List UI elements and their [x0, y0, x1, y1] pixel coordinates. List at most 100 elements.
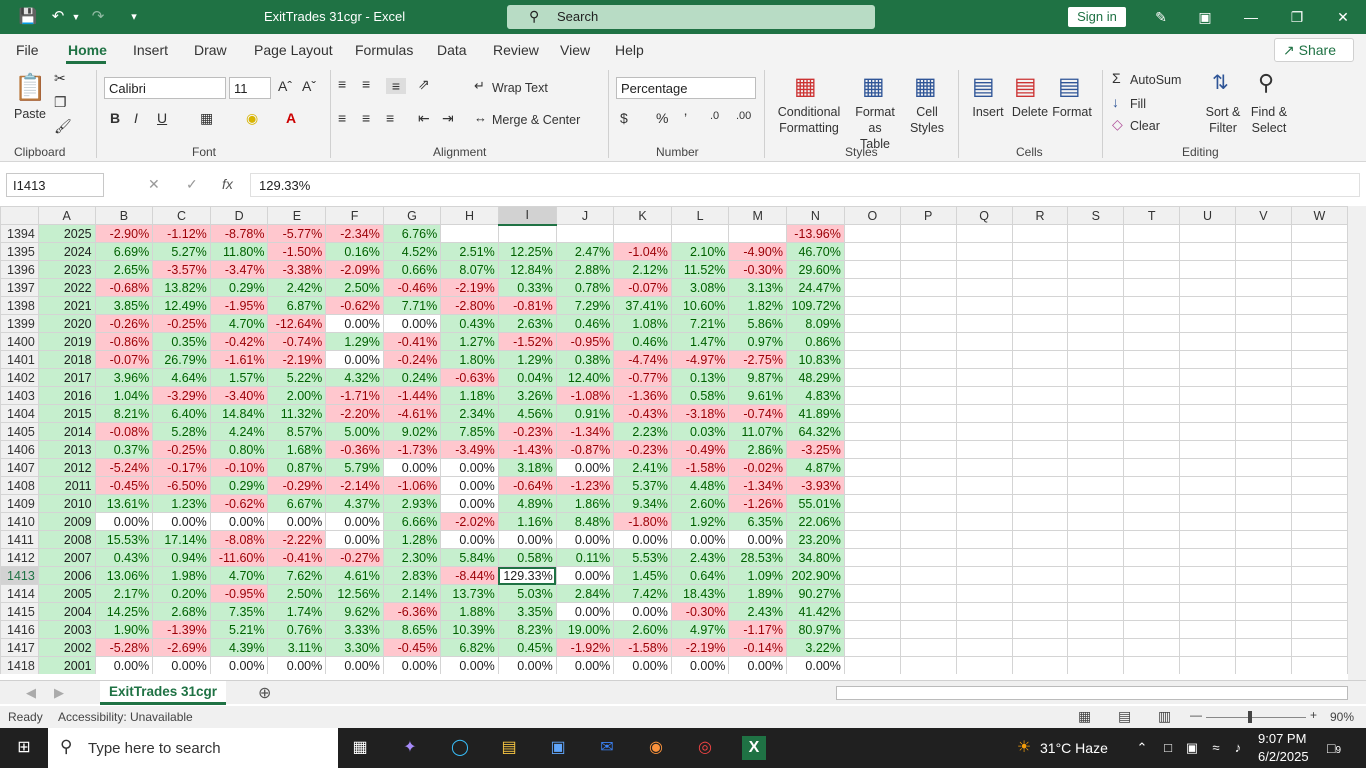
empty-cell[interactable]	[1290, 638, 1348, 657]
cell[interactable]: 11.52%	[670, 260, 730, 279]
empty-cell[interactable]	[899, 224, 957, 243]
excel-taskbar-icon[interactable]: X	[742, 736, 766, 760]
row-header[interactable]: 1407	[0, 458, 39, 477]
cell[interactable]: 0.03%	[670, 422, 730, 441]
empty-cell[interactable]	[1011, 440, 1069, 459]
decrease-font-icon[interactable]: Aˇ	[302, 78, 316, 94]
empty-cell[interactable]	[843, 404, 901, 423]
cell[interactable]	[670, 224, 730, 243]
empty-cell[interactable]	[1179, 638, 1236, 657]
tab-review[interactable]: Review	[493, 42, 539, 58]
show-hidden-icons[interactable]: ⌃	[1130, 736, 1154, 760]
cell[interactable]: -1.43%	[497, 440, 557, 459]
empty-cell[interactable]	[1123, 476, 1181, 495]
empty-cell[interactable]	[899, 476, 957, 495]
cell[interactable]: -4.97%	[670, 350, 730, 369]
cell[interactable]: -3.25%	[785, 440, 845, 459]
empty-cell[interactable]	[1067, 296, 1125, 315]
increase-decimal-icon[interactable]: .0	[710, 110, 719, 122]
empty-cell[interactable]	[1011, 422, 1069, 441]
empty-cell[interactable]	[1067, 242, 1125, 261]
empty-cell[interactable]	[955, 314, 1013, 333]
empty-cell[interactable]	[1067, 638, 1125, 657]
cell[interactable]: -2.75%	[728, 350, 787, 369]
empty-cell[interactable]	[899, 260, 957, 279]
column-header-t[interactable]: T	[1123, 206, 1181, 225]
windows-start-icon[interactable]: ⊞	[12, 736, 36, 760]
cell[interactable]: 7.42%	[613, 584, 672, 603]
cell[interactable]: 0.00%	[267, 512, 327, 531]
empty-cell[interactable]	[1011, 566, 1069, 585]
cell[interactable]: -2.80%	[440, 296, 499, 315]
cell[interactable]: 12.49%	[152, 296, 211, 315]
empty-cell[interactable]	[1123, 620, 1181, 639]
cell-year[interactable]: 2011	[37, 476, 96, 495]
empty-cell[interactable]	[1067, 458, 1125, 477]
row-header[interactable]: 1416	[0, 620, 39, 639]
cell[interactable]: 2.60%	[670, 494, 730, 513]
cell[interactable]: -0.46%	[382, 278, 442, 297]
name-box[interactable]: I1413	[6, 173, 104, 197]
empty-cell[interactable]	[1067, 512, 1125, 531]
empty-cell[interactable]	[955, 512, 1013, 531]
row-header[interactable]: 1398	[0, 296, 39, 315]
cell[interactable]: 10.60%	[670, 296, 730, 315]
sort-filter-button[interactable]: Sort & Filter	[1200, 104, 1246, 136]
chrome-icon[interactable]: ◎	[693, 736, 717, 760]
cell[interactable]: 0.20%	[152, 584, 211, 603]
align-right-icon[interactable]: ≡	[386, 110, 394, 126]
cell[interactable]: 2.10%	[670, 242, 730, 261]
empty-cell[interactable]	[1067, 602, 1125, 621]
row-header[interactable]: 1401	[0, 350, 39, 369]
cell[interactable]: 1.23%	[152, 494, 211, 513]
cell[interactable]: -0.23%	[613, 440, 672, 459]
empty-cell[interactable]	[955, 224, 1013, 243]
empty-cell[interactable]	[1123, 332, 1181, 351]
cell[interactable]: 1.29%	[325, 332, 384, 351]
cell[interactable]: 0.58%	[497, 548, 557, 567]
cell[interactable]: 4.70%	[209, 566, 269, 585]
cell[interactable]: 0.29%	[209, 476, 269, 495]
cell[interactable]: -2.19%	[267, 350, 327, 369]
undo-icon[interactable]: ↶	[48, 7, 68, 27]
copy-icon[interactable]: ❐	[54, 94, 67, 111]
cell-year[interactable]: 2005	[37, 584, 96, 603]
cell[interactable]: 0.38%	[555, 350, 615, 369]
empty-cell[interactable]	[1067, 260, 1125, 279]
tab-view[interactable]: View	[560, 42, 590, 58]
delete-cells-button[interactable]: Delete	[1010, 104, 1050, 120]
empty-cell[interactable]	[1179, 620, 1236, 639]
cell[interactable]: 19.00%	[555, 620, 615, 639]
cell[interactable]: -0.25%	[152, 440, 211, 459]
cell[interactable]: 23.20%	[785, 530, 845, 549]
empty-cell[interactable]	[1067, 494, 1125, 513]
empty-cell[interactable]	[1011, 620, 1069, 639]
cell[interactable]: 0.00%	[728, 656, 787, 674]
column-header-d[interactable]: D	[209, 206, 269, 225]
empty-cell[interactable]	[899, 512, 957, 531]
empty-cell[interactable]	[955, 530, 1013, 549]
cell-table[interactable]: ABCDEFGHIJKLMNOPQRSTUVW 1394 2025 -2.90% -1…	[0, 206, 1348, 674]
cell[interactable]: 8.09%	[785, 314, 845, 333]
empty-cell[interactable]	[843, 350, 901, 369]
empty-cell[interactable]	[955, 458, 1013, 477]
cell[interactable]: -1.61%	[209, 350, 269, 369]
autosum-button[interactable]: AutoSum	[1130, 72, 1181, 88]
cell-year[interactable]: 2022	[37, 278, 96, 297]
cell[interactable]: 0.00%	[325, 530, 384, 549]
empty-cell[interactable]	[1011, 350, 1069, 369]
cell[interactable]: -0.62%	[209, 494, 269, 513]
empty-cell[interactable]	[1234, 584, 1292, 603]
empty-cell[interactable]	[955, 278, 1013, 297]
empty-cell[interactable]	[1290, 296, 1348, 315]
cell-year[interactable]: 2001	[37, 656, 96, 674]
cell[interactable]: 4.52%	[382, 242, 442, 261]
empty-cell[interactable]	[899, 278, 957, 297]
cell[interactable]: 9.61%	[728, 386, 787, 405]
align-middle-icon[interactable]: ≡	[362, 76, 370, 92]
empty-cell[interactable]	[843, 386, 901, 405]
cell[interactable]: 4.61%	[325, 566, 384, 585]
empty-cell[interactable]	[1123, 458, 1181, 477]
empty-cell[interactable]	[1234, 512, 1292, 531]
tab-insert[interactable]: Insert	[133, 42, 168, 58]
